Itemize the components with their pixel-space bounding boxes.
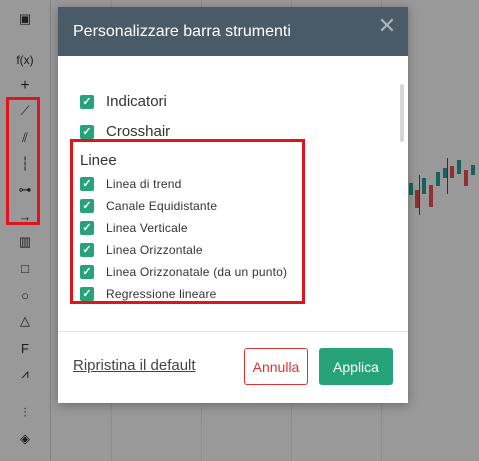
option-label: Indicatori xyxy=(106,93,167,110)
option-label: Linea di trend xyxy=(106,177,182,191)
dialog-header: Personalizzare barra strumenti ✕ xyxy=(58,7,408,56)
checkbox-checked-icon[interactable]: ✓ xyxy=(80,124,94,139)
checkbox-checked-icon[interactable]: ✓ xyxy=(80,94,94,109)
tools-highlight-box xyxy=(6,97,40,225)
dialog-title: Personalizzare barra strumenti xyxy=(73,22,291,40)
checkbox-checked-icon[interactable]: ✓ xyxy=(80,243,94,257)
option-canale-equidistante[interactable]: ✓ Canale Equidistante xyxy=(80,199,217,213)
cancel-button[interactable]: Annulla xyxy=(244,348,308,385)
checkbox-checked-icon[interactable]: ✓ xyxy=(80,221,94,235)
checkbox-checked-icon[interactable]: ✓ xyxy=(80,199,94,213)
apply-button[interactable]: Applica xyxy=(319,348,393,385)
option-linea-verticale[interactable]: ✓ Linea Verticale xyxy=(80,221,188,235)
option-regressione-lineare[interactable]: ✓ Regressione lineare xyxy=(80,287,217,301)
option-linea-orizzontale-da-un-punto[interactable]: ✓ Linea Orizzonatale (da un punto) xyxy=(80,265,287,279)
option-label: Canale Equidistante xyxy=(106,199,218,213)
dialog-body: ✓ Indicatori ✓ Crosshair Linee ✓ Linea d… xyxy=(58,56,408,331)
option-label: Crosshair xyxy=(106,123,171,140)
option-linea-di-trend[interactable]: ✓ Linea di trend xyxy=(80,177,182,191)
option-label: Linea Verticale xyxy=(106,221,188,235)
option-label: Linea Orizzontale xyxy=(106,243,203,257)
option-indicatori[interactable]: ✓ Indicatori xyxy=(80,93,167,110)
section-title-linee: Linee xyxy=(80,152,117,169)
checkbox-checked-icon[interactable]: ✓ xyxy=(80,287,94,301)
checkbox-checked-icon[interactable]: ✓ xyxy=(80,265,94,279)
option-crosshair[interactable]: ✓ Crosshair xyxy=(80,123,170,140)
option-label: Linea Orizzonatale (da un punto) xyxy=(106,265,288,279)
option-linea-orizzontale[interactable]: ✓ Linea Orizzontale xyxy=(80,243,203,257)
checkbox-checked-icon[interactable]: ✓ xyxy=(80,177,94,191)
option-label: Regressione lineare xyxy=(106,287,217,301)
customize-toolbar-dialog: Personalizzare barra strumenti ✕ ✓ Indic… xyxy=(58,7,408,403)
scrollbar[interactable] xyxy=(400,84,404,142)
close-icon[interactable]: ✕ xyxy=(376,15,398,37)
reset-default-link[interactable]: Ripristina il default xyxy=(73,357,196,374)
footer-divider xyxy=(58,331,408,332)
